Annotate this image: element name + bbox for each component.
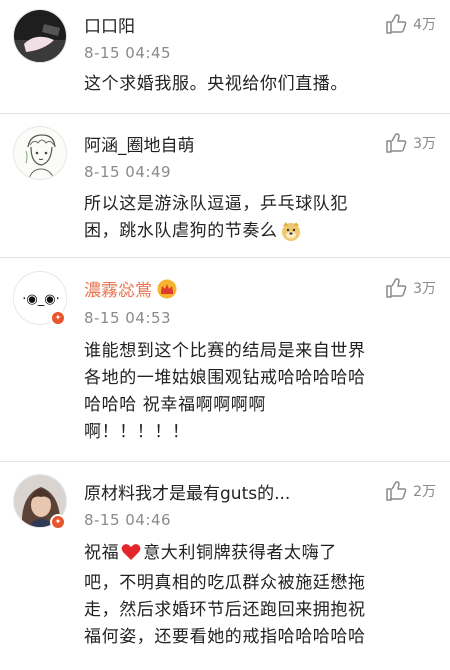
like-count: 4万 <box>413 17 436 33</box>
like-button[interactable]: 3万 <box>385 278 436 298</box>
comment-time: 8-15 04:46 <box>84 511 172 529</box>
like-count: 2万 <box>413 484 436 500</box>
username[interactable]: 濃霧惢鴬 <box>84 276 178 304</box>
heart-emoji <box>121 543 141 570</box>
doge-icon <box>281 222 300 241</box>
comment-item: ·◉_◉· ✦ 濃霧惢鴬 8-15 04:53 3万 谁能想到这个比赛的结局是来… <box>0 258 450 462</box>
thumbs-up-icon <box>386 278 407 298</box>
comment-item: 口口阳 8-15 04:45 4万 这个求婚我服。央视给你们直播。 <box>0 0 450 114</box>
sketch-avatar-icon <box>14 127 66 179</box>
thumbs-up-icon <box>386 481 407 501</box>
like-count: 3万 <box>413 281 436 297</box>
heart-icon <box>121 544 141 560</box>
thumbs-up-icon <box>386 133 407 153</box>
like-button[interactable]: 2万 <box>385 481 436 501</box>
vip-crown-icon <box>156 279 178 304</box>
crown-icon <box>157 279 177 299</box>
avatar[interactable] <box>13 9 67 63</box>
username[interactable]: 阿涵_圈地自萌 <box>84 131 195 156</box>
comment-text: 祝福 意大利铜牌获得者太嗨了 吧，不明真相的吃瓜群众被施廷懋拖 走，然后求婚环节… <box>84 540 434 651</box>
verified-badge-icon: ✦ <box>50 310 66 326</box>
comment-text-content: 所以这是游泳队逗逼，乒乓球队犯 困，跳水队虐狗的节奏么 <box>84 194 348 241</box>
verified-badge-icon: ✦ <box>50 514 66 530</box>
comment-text: 所以这是游泳队逗逼，乒乓球队犯 困，跳水队虐狗的节奏么 <box>84 191 434 251</box>
thumbs-up-icon <box>386 14 407 34</box>
comment-item: ✦ 原材料我才是最有guts的... 8-15 04:46 2万 祝福 意大利铜… <box>0 462 450 670</box>
comment-time: 8-15 04:45 <box>84 44 172 62</box>
like-button[interactable]: 4万 <box>385 14 436 34</box>
avatar[interactable] <box>13 126 67 180</box>
username-text: 濃霧惢鴬 <box>84 281 152 301</box>
username[interactable]: 原材料我才是最有guts的... <box>84 479 290 504</box>
like-button[interactable]: 3万 <box>385 133 436 153</box>
doge-emoji <box>280 220 302 251</box>
comment-time: 8-15 04:53 <box>84 309 172 327</box>
comment-time: 8-15 04:49 <box>84 163 172 181</box>
comment-text-start: 祝福 <box>84 543 120 563</box>
like-count: 3万 <box>413 136 436 152</box>
comment-text: 谁能想到这个比赛的结局是来自世界 各地的一堆姑娘围观钻戒哈哈哈哈哈 哈哈哈 祝幸… <box>84 341 366 442</box>
comment-item: 阿涵_圈地自萌 8-15 04:49 3万 所以这是游泳队逗逼，乒乓球队犯 困，… <box>0 114 450 258</box>
dark-photo-avatar-icon <box>14 10 66 62</box>
username[interactable]: 口口阳 <box>84 12 135 37</box>
comment-text: 这个求婚我服。央视给你们直播。 <box>84 74 348 94</box>
svg-text:·◉_◉·: ·◉_◉· <box>22 292 59 307</box>
